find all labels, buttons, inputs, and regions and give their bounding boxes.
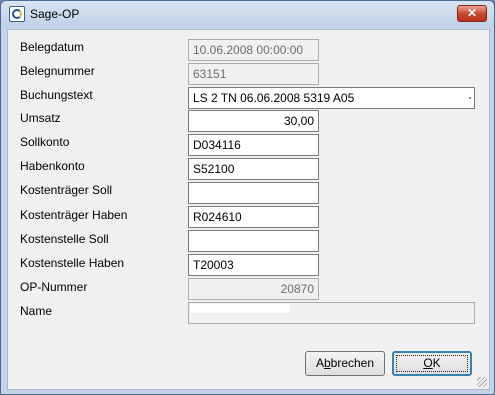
- dialog-window: Sage-OP ✕ Belegdatum 10.06.2008 00:00:00…: [0, 0, 495, 395]
- label-op-nummer: OP-Nummer: [20, 280, 88, 294]
- label-belegnummer: Belegnummer: [20, 64, 95, 78]
- resize-grip[interactable]: [477, 377, 487, 387]
- label-kostentraeger-haben: Kostenträger Haben: [20, 208, 128, 222]
- label-sollkonto: Sollkonto: [20, 135, 70, 149]
- field-marker: [469, 97, 471, 99]
- label-kostentraeger-soll: Kostenträger Soll: [20, 183, 113, 197]
- label-umsatz: Umsatz: [20, 111, 61, 125]
- label-habenkonto: Habenkonto: [20, 159, 85, 173]
- kostentraeger-haben-field[interactable]: R024610: [188, 206, 319, 228]
- umsatz-field[interactable]: 30,00: [188, 110, 319, 132]
- label-kostenstelle-soll: Kostenstelle Soll: [20, 232, 109, 246]
- dialog-client-area: Belegdatum 10.06.2008 00:00:00 Belegnumm…: [7, 29, 490, 390]
- belegnummer-field: 63151: [188, 63, 319, 85]
- abbrechen-label-pre: A: [315, 356, 324, 370]
- sage-app-icon: [9, 6, 25, 22]
- abbrechen-mnemonic: b: [323, 356, 331, 370]
- label-name: Name: [20, 304, 53, 318]
- op-nummer-field: 20870: [188, 278, 319, 300]
- habenkonto-field[interactable]: S52100: [188, 158, 319, 180]
- name-field-highlight: [190, 304, 290, 313]
- ok-label-post: K: [432, 356, 441, 370]
- abbrechen-label-post: brechen: [330, 356, 375, 370]
- window-title: Sage-OP: [30, 7, 80, 21]
- buchungstext-value: LS 2 TN 06.06.2008 5319 A05: [193, 91, 355, 105]
- buchungstext-field[interactable]: LS 2 TN 06.06.2008 5319 A05: [188, 87, 475, 109]
- title-bar[interactable]: Sage-OP ✕: [1, 1, 494, 27]
- sollkonto-field[interactable]: D034116: [188, 134, 319, 156]
- ok-button[interactable]: OK: [392, 351, 472, 376]
- ok-mnemonic: O: [423, 356, 433, 370]
- name-field: [188, 302, 475, 324]
- label-kostenstelle-haben: Kostenstelle Haben: [20, 256, 125, 270]
- kostentraeger-soll-field[interactable]: [188, 182, 319, 204]
- label-belegdatum: Belegdatum: [20, 40, 85, 54]
- kostenstelle-soll-field[interactable]: [188, 230, 319, 252]
- belegdatum-field: 10.06.2008 00:00:00: [188, 39, 319, 61]
- label-buchungstext: Buchungstext: [20, 88, 93, 102]
- abbrechen-button[interactable]: Abbrechen: [305, 351, 385, 376]
- kostenstelle-haben-field[interactable]: T20003: [188, 254, 319, 276]
- close-button[interactable]: ✕: [457, 5, 487, 22]
